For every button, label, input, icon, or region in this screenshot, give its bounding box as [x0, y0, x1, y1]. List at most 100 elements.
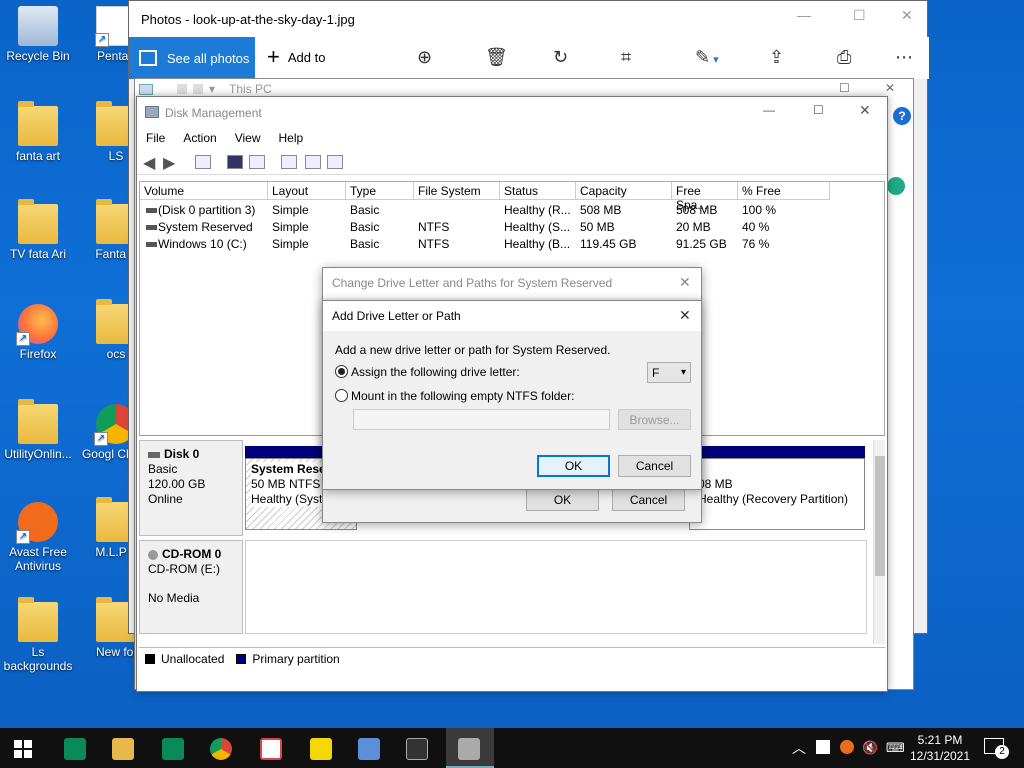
col-capacity[interactable]: Capacity — [576, 182, 672, 200]
properties-icon[interactable] — [195, 155, 211, 169]
mount-folder-input[interactable] — [353, 409, 610, 430]
taskbar: ︿ 🔇 ⌨ 5:21 PM 12/31/2021 2 — [0, 728, 1024, 768]
zoom-icon[interactable]: ⊕ — [417, 47, 432, 68]
browse-button[interactable]: Browse... — [618, 409, 691, 430]
ca-app-icon[interactable] — [64, 738, 86, 760]
add-dialog-title-bar: Add Drive Letter or Path ✕ — [323, 301, 701, 331]
back-icon[interactable]: ◀ — [143, 153, 155, 173]
mount-folder-radio[interactable] — [335, 389, 348, 402]
print-icon[interactable]: ⎙ — [837, 47, 851, 68]
maximize-icon[interactable]: ☐ — [853, 7, 866, 24]
col-volume[interactable]: Volume — [140, 182, 268, 200]
scrollbar-thumb[interactable] — [875, 456, 885, 576]
folder-icon — [18, 199, 58, 244]
sticky-notes-icon[interactable] — [310, 738, 332, 760]
minimize-icon[interactable]: — — [763, 103, 775, 117]
crop-icon[interactable]: ⌗ — [621, 47, 631, 68]
notifications-icon[interactable]: 2 — [984, 738, 1009, 759]
rotate-icon[interactable]: ↻ — [553, 47, 568, 68]
close-icon[interactable]: ✕ — [679, 274, 691, 291]
change-cancel-button[interactable]: Cancel — [612, 489, 685, 511]
assign-letter-label: Assign the following drive letter: — [351, 365, 520, 379]
disk-management-taskbar-button[interactable] — [446, 728, 494, 768]
menu-file[interactable]: File — [137, 129, 174, 149]
close-icon[interactable]: ✕ — [885, 81, 895, 95]
security-icon[interactable] — [816, 740, 830, 754]
gmail-icon[interactable] — [260, 738, 282, 760]
see-all-photos-button[interactable]: See all photos — [129, 37, 255, 79]
desktop-icon[interactable]: Avast Free Antivirus — [0, 502, 76, 573]
check-icon[interactable] — [305, 155, 321, 169]
edit-icon[interactable]: ✎ ▾ — [695, 47, 719, 68]
disk-0-label[interactable]: Disk 0 Basic 120.00 GB Online — [139, 440, 243, 536]
col-file-system[interactable]: File System — [414, 182, 500, 200]
menu-help[interactable]: Help — [270, 129, 313, 149]
close-icon[interactable]: ✕ — [859, 102, 871, 119]
photos-toolbar: See all photos + Add to ⊕ 🗑 ↻ ⌗ ✎ ▾ ⇪ ⎙ … — [129, 37, 929, 79]
notification-badge: 2 — [995, 745, 1009, 759]
forward-icon[interactable]: ▶ — [163, 153, 175, 173]
delete-icon[interactable]: 🗑 — [485, 47, 508, 68]
toolbar: ◀ ▶ — [137, 151, 887, 175]
refresh-icon[interactable] — [249, 155, 265, 169]
add-cancel-button[interactable]: Cancel — [618, 455, 691, 477]
disk-management-title-bar: Disk Management — ☐ ✕ — [137, 97, 887, 129]
drive-letter-select[interactable]: F ▾ — [647, 362, 691, 383]
maximize-icon[interactable]: ☐ — [813, 103, 824, 117]
desktop-icon[interactable]: fanta art — [0, 101, 76, 163]
chrome-icon[interactable] — [210, 738, 232, 760]
add-ok-button[interactable]: OK — [537, 455, 610, 477]
photos-taskbar-icon[interactable] — [406, 738, 428, 760]
add-to-button[interactable]: + Add to — [267, 46, 325, 68]
desktop-icon[interactable]: TV fata Ari — [0, 199, 76, 261]
cdrom-0-label[interactable]: CD-ROM 0 CD-ROM (E:) No Media — [139, 540, 243, 634]
close-icon[interactable]: ✕ — [901, 7, 913, 24]
volume-muted-icon[interactable]: 🔇 — [862, 740, 878, 756]
table-cell: Simple — [272, 220, 309, 234]
photos-title: Photos - look-up-at-the-sky-day-1.jpg — [141, 11, 355, 27]
close-icon[interactable]: ✕ — [679, 307, 691, 324]
desktop-icon[interactable]: UtilityOnlin... — [0, 399, 76, 461]
col-status[interactable]: Status — [500, 182, 576, 200]
clock-time: 5:21 PM — [917, 733, 963, 747]
more-icon[interactable]: ⋯ — [895, 47, 913, 68]
col-percent-free[interactable]: % Free — [738, 182, 830, 200]
chevron-down-icon: ▾ — [209, 82, 216, 96]
translator-icon[interactable] — [358, 738, 380, 760]
help-icon[interactable]: ? — [893, 107, 911, 125]
assign-letter-radio[interactable] — [335, 365, 348, 378]
pin-icon — [193, 84, 203, 94]
chevron-up-icon[interactable]: ︿ — [792, 738, 806, 758]
network-tray-icon[interactable]: ⌨ — [886, 740, 905, 756]
col-free-space[interactable]: Free Spa... — [672, 182, 738, 212]
col-layout[interactable]: Layout — [268, 182, 346, 200]
table-cell: 508 MB — [580, 203, 622, 217]
desktop-icon[interactable]: Recycle Bin — [0, 6, 76, 63]
clock[interactable]: 5:21 PM 12/31/2021 — [908, 732, 972, 764]
col-type[interactable]: Type — [346, 182, 414, 200]
table-cell: 40 % — [742, 220, 770, 234]
table-cell: Basic — [350, 203, 380, 217]
ca-app-icon-2[interactable] — [162, 738, 184, 760]
start-button[interactable] — [14, 740, 32, 758]
minimize-icon[interactable]: — — [797, 7, 811, 23]
maximize-icon[interactable]: ☐ — [839, 81, 850, 95]
share-icon[interactable]: ⇪ — [769, 47, 784, 68]
file-explorer-icon[interactable] — [112, 738, 134, 760]
avast-tray-icon[interactable] — [840, 740, 854, 754]
volume-icon — [146, 242, 157, 247]
folder-icon — [18, 399, 58, 444]
disk-map-scrollbar[interactable] — [873, 440, 885, 644]
partition-recovery[interactable]: 08 MB Healthy (Recovery Partition) — [689, 458, 865, 530]
connect-icon[interactable] — [281, 155, 297, 169]
table-cell: NTFS — [418, 220, 450, 234]
table-cell: 91.25 GB — [676, 237, 727, 251]
help-icon[interactable] — [227, 155, 243, 169]
change-ok-button[interactable]: OK — [526, 489, 599, 511]
firefox-icon — [16, 304, 58, 346]
menu-view[interactable]: View — [226, 129, 270, 149]
desktop-icon[interactable]: Firefox — [0, 304, 76, 361]
menu-action[interactable]: Action — [174, 129, 225, 149]
desktop-icon[interactable]: Ls backgrounds — [0, 597, 76, 673]
settings-icon[interactable] — [327, 155, 343, 169]
